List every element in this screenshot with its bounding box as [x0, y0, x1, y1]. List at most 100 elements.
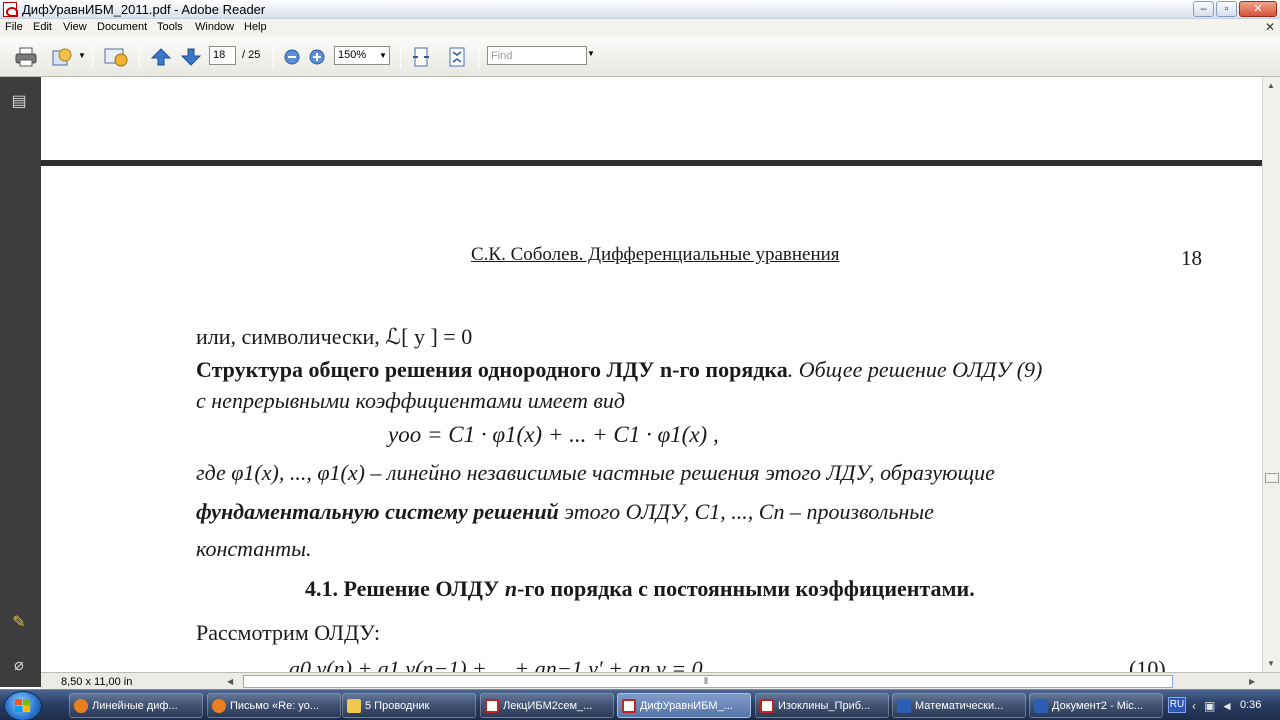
word-icon [1034, 699, 1048, 713]
page-number-input[interactable]: 18 [209, 46, 236, 65]
text-line: с непрерывными коэффициентами имеет вид [196, 388, 626, 413]
share-icon[interactable] [50, 46, 74, 68]
structure-title-end: -го порядка [672, 357, 788, 382]
menu-view[interactable]: View [63, 21, 87, 33]
minimize-button[interactable]: – [1193, 1, 1214, 17]
find-options-dropdown-icon[interactable]: ▼ [587, 49, 595, 58]
language-indicator[interactable]: RU [1168, 697, 1186, 713]
structure-title: Структура общего решения однородного ЛДУ [196, 357, 660, 382]
pdf-icon [622, 699, 636, 713]
zoom-select[interactable]: 150% ▼ [334, 46, 390, 65]
pages-icon[interactable]: ▤ [9, 91, 29, 111]
start-button[interactable] [4, 691, 42, 720]
taskbar-item-label: Математически... [915, 700, 1004, 712]
page-number-label: 18 [1181, 246, 1202, 270]
menu-document[interactable]: Document [97, 21, 147, 33]
volume-icon[interactable]: ◄ [1221, 699, 1233, 713]
close-document-button[interactable]: ✕ [1265, 20, 1275, 34]
text-span: этого ОЛДУ, C1, ..., Cn – произвольные [558, 499, 934, 524]
taskbar-item-active[interactable]: ДифУравнИБМ_... [617, 693, 751, 718]
taskbar-item[interactable]: Письмо «Re: yo... [207, 693, 341, 718]
menu-file[interactable]: File [5, 21, 23, 33]
fundamental-system-term: фундаментальную систему решений [196, 499, 559, 524]
collaborate-icon[interactable] [103, 46, 129, 68]
show-hidden-icons-icon[interactable]: ‹ [1192, 699, 1196, 713]
text-line: Рассмотрим ОЛДУ: [196, 620, 381, 645]
taskbar-item-label: Изоклины_Приб... [778, 700, 871, 712]
word-icon [897, 699, 911, 713]
page-total: / 25 [242, 49, 261, 61]
chevron-down-icon[interactable]: ▼ [377, 47, 389, 64]
status-bar: 8,50 x 11,00 in ◀ ⦀ ▶ [41, 672, 1280, 689]
horizontal-scrollbar[interactable]: ⦀ [243, 675, 1173, 688]
zoom-out-icon[interactable] [283, 46, 301, 68]
taskbar-item[interactable]: ЛекцИБМ2сем_... [480, 693, 614, 718]
firefox-icon [74, 699, 88, 713]
menu-edit[interactable]: Edit [33, 21, 52, 33]
taskbar-item-label: Линейные диф... [92, 700, 178, 712]
document-view[interactable]: С.К. Соболев. Дифференциальные уравнения… [41, 77, 1262, 672]
share-dropdown-icon[interactable]: ▼ [78, 51, 86, 60]
general-solution-formula: yоо = C1 · φ1(x) + ... + C1 · φ1(x) , [388, 422, 719, 447]
scroll-down-icon[interactable]: ▼ [1267, 659, 1275, 668]
taskbar-item-label: Письмо «Re: yo... [230, 700, 320, 712]
adobe-reader-icon [3, 2, 18, 17]
title-bar: ДифУравнИБМ_2011.pdf - Adobe Reader – ▫ … [0, 0, 1280, 19]
close-button[interactable]: ✕ [1239, 1, 1277, 17]
network-icon[interactable]: ▣ [1204, 699, 1215, 713]
comments-icon[interactable]: ✎ [9, 612, 29, 632]
folder-icon [347, 699, 361, 713]
taskbar-item-label: Документ2 - Mic... [1052, 700, 1143, 712]
taskbar-item[interactable]: 5 Проводник [342, 693, 476, 718]
page-separator [41, 160, 1262, 166]
fit-width-icon[interactable] [410, 46, 432, 68]
navigation-panel: ▤ ✎ ⌀ [0, 77, 41, 687]
taskbar-item[interactable]: Линейные диф... [69, 693, 203, 718]
windows-logo-icon [15, 699, 30, 712]
vertical-scrollbar[interactable]: ▲ ▼ [1262, 77, 1280, 672]
system-tray: RU ‹ ▣ ◄ 0:36 [1166, 693, 1280, 718]
heading-suffix: -го порядка с постоянными коэффициентами… [517, 576, 975, 601]
menu-bar: File Edit View Document Tools Window Hel… [0, 19, 1280, 37]
menu-tools[interactable]: Tools [157, 21, 183, 33]
fundamental-system-line: фундаментальную систему решений этого ОЛ… [196, 499, 934, 525]
previous-page-icon[interactable] [150, 46, 172, 68]
equation-10: a0 y(n) + a1 y(n−1) + ... + an−1 y′ + an… [289, 656, 703, 672]
attachments-icon[interactable]: ⌀ [9, 655, 29, 675]
taskbar: Линейные диф... Письмо «Re: yo... 5 Пров… [0, 689, 1280, 720]
text-line: или, символически, ℒ[ y ] = 0 [196, 324, 473, 349]
scroll-thumb[interactable] [1265, 473, 1279, 483]
firefox-icon [212, 699, 226, 713]
zoom-value: 150% [338, 49, 367, 61]
pdf-icon [760, 699, 774, 713]
section-heading: 4.1. Решение ОЛДУ n-го порядка с постоян… [305, 576, 975, 602]
print-icon[interactable] [14, 46, 38, 68]
zoom-in-icon[interactable] [308, 46, 326, 68]
scroll-grip-icon[interactable]: ⦀ [704, 676, 708, 687]
fit-page-icon[interactable] [446, 46, 468, 68]
scroll-up-icon[interactable]: ▲ [1267, 81, 1275, 90]
taskbar-item-label: ЛекцИБМ2сем_... [503, 700, 593, 712]
heading-n: n [504, 576, 518, 601]
menu-window[interactable]: Window [195, 21, 234, 33]
menu-help[interactable]: Help [244, 21, 267, 33]
clock[interactable]: 0:36 [1240, 699, 1261, 711]
toolbar: ▼ 18 / 25 150% ▼ Find ▼ [0, 37, 1280, 77]
equation-number: (10) [1129, 656, 1166, 672]
maximize-button[interactable]: ▫ [1216, 1, 1237, 17]
page-size: 8,50 x 11,00 in [61, 676, 133, 688]
pdf-icon [485, 699, 499, 713]
taskbar-item[interactable]: Математически... [892, 693, 1026, 718]
structure-title-n: n [659, 357, 673, 382]
find-input[interactable]: Find [487, 46, 587, 65]
scroll-right-icon[interactable]: ▶ [1249, 677, 1255, 686]
taskbar-item[interactable]: Изоклины_Приб... [755, 693, 889, 718]
structure-paragraph: Структура общего решения однородного ЛДУ… [196, 357, 1042, 383]
taskbar-item[interactable]: Документ2 - Mic... [1029, 693, 1163, 718]
scroll-left-icon[interactable]: ◀ [227, 677, 233, 686]
window-title: ДифУравнИБМ_2011.pdf - Adobe Reader [22, 2, 266, 17]
taskbar-item-label: ДифУравнИБМ_... [640, 700, 733, 712]
structure-text: . Общее решение ОЛДУ (9) [787, 357, 1043, 382]
next-page-icon[interactable] [180, 46, 202, 68]
heading-prefix: 4.1. Решение ОЛДУ [305, 576, 505, 601]
